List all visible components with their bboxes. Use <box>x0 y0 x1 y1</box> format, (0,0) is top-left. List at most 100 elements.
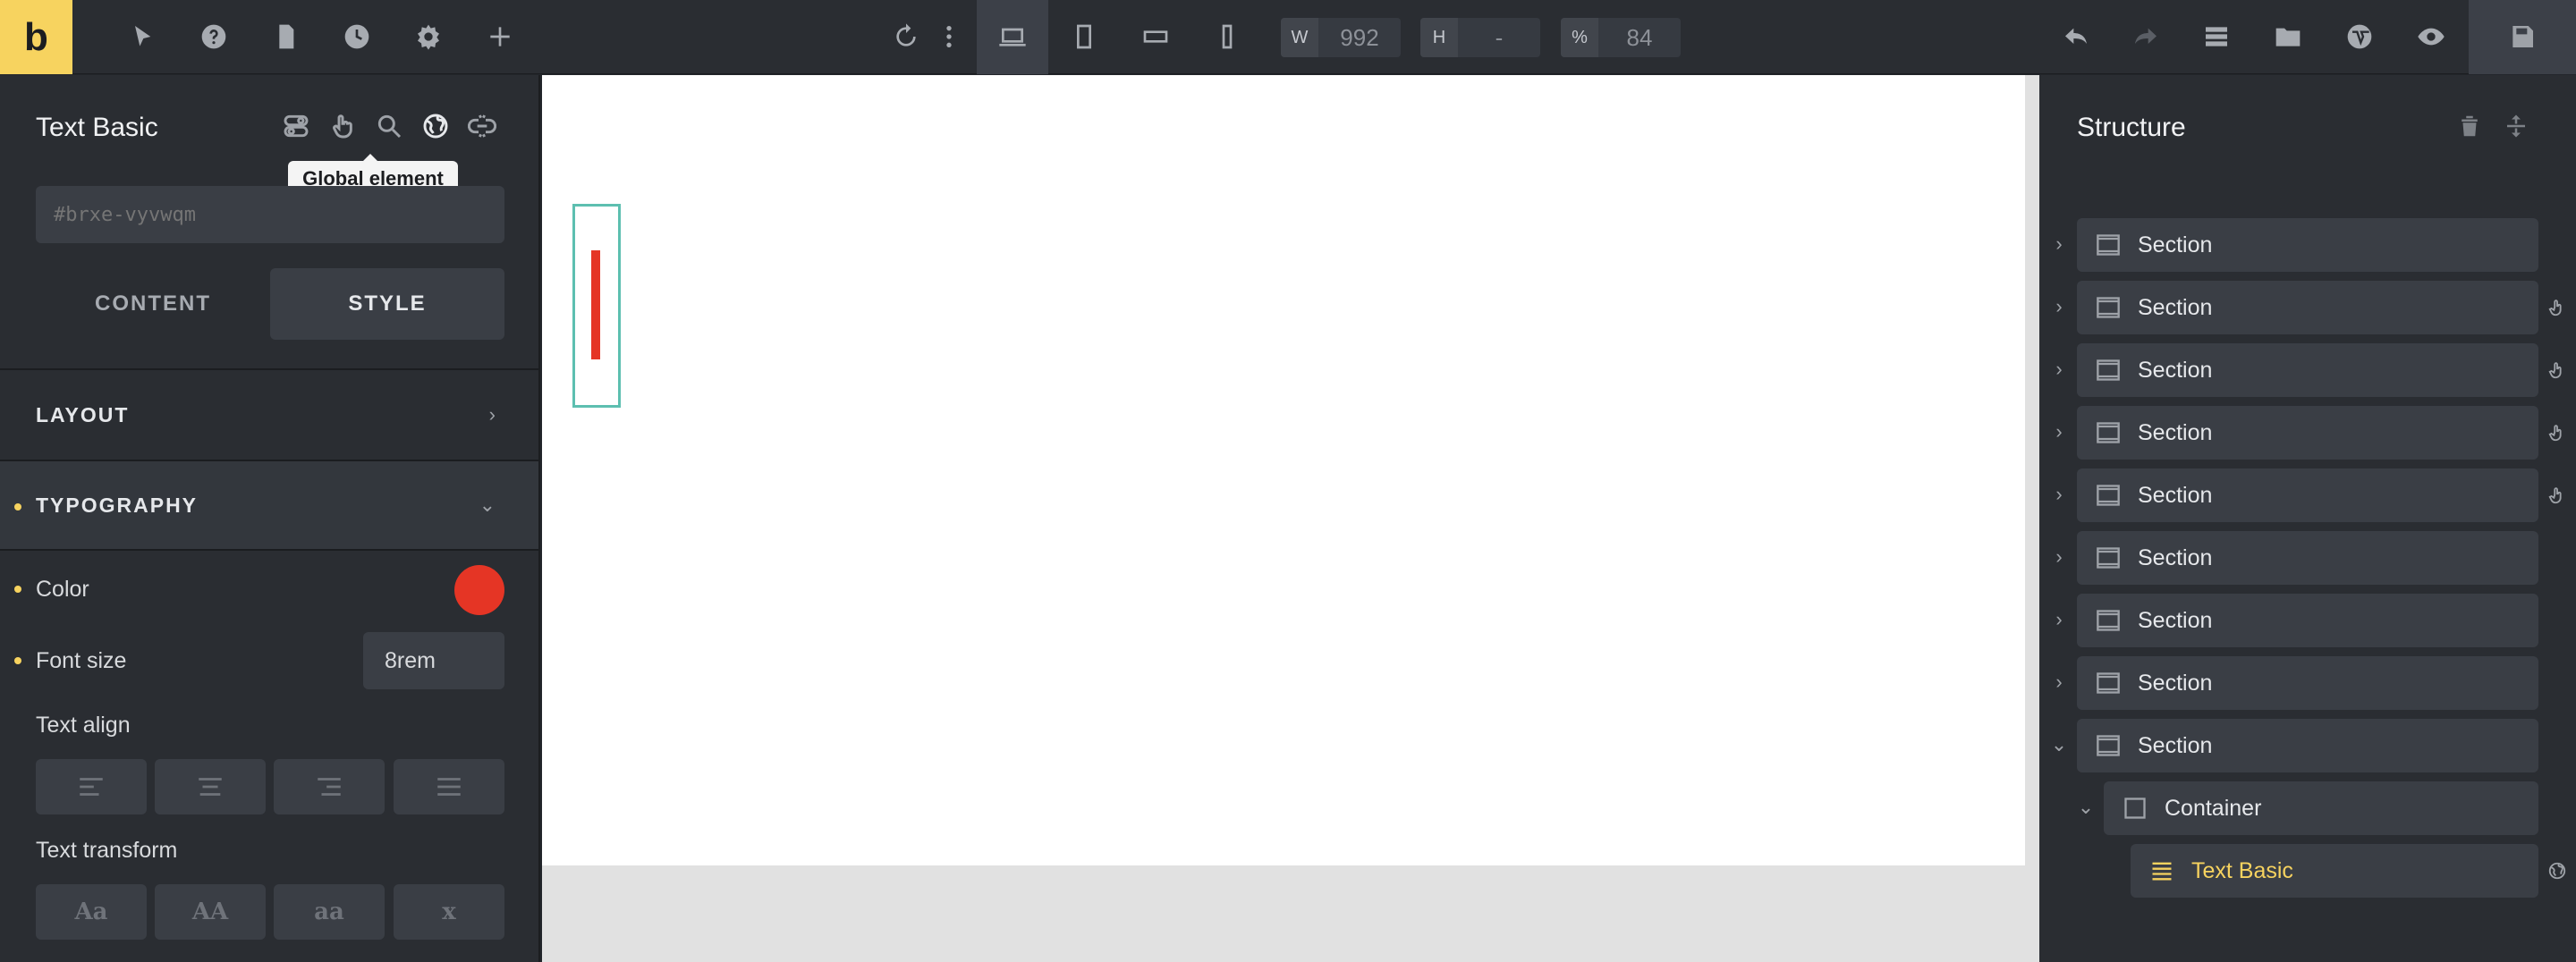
section-icon <box>2095 482 2122 509</box>
builder-app: b W 992 H - % 84 Text Basic Global eleme… <box>0 0 2576 962</box>
zoom-label: % <box>1561 18 1598 57</box>
preview-canvas[interactable] <box>542 75 2025 865</box>
expand-chevron-icon[interactable]: › <box>2048 358 2070 380</box>
canvas-width-field[interactable]: W 992 <box>1281 18 1401 57</box>
align-center-button[interactable] <box>155 759 266 814</box>
expand-chevron-icon[interactable]: › <box>2048 232 2070 255</box>
canvas-scrollbar-track[interactable] <box>2025 75 2039 962</box>
font-size-input[interactable]: 8rem <box>363 632 504 689</box>
container-icon <box>2122 795 2148 822</box>
brand-logo[interactable]: b <box>0 0 72 74</box>
align-justify-button[interactable] <box>394 759 504 814</box>
element-settings-panel: Text Basic Global element CONTENT STYLE … <box>0 75 540 962</box>
width-label: W <box>1281 18 1318 57</box>
height-value[interactable]: - <box>1458 24 1540 52</box>
more-vertical-icon[interactable] <box>930 18 968 55</box>
tree-item-section[interactable]: Section <box>2077 531 2538 585</box>
history-icon[interactable] <box>338 18 376 55</box>
save-icon[interactable] <box>2504 18 2541 55</box>
align-left-button[interactable] <box>36 759 147 814</box>
collapse-chevron-icon[interactable]: ⌄ <box>2075 796 2097 818</box>
top-toolbar: b W 992 H - % 84 <box>0 0 2576 74</box>
tree-item-label: Section <box>2138 482 2213 508</box>
structure-layers-icon[interactable] <box>2198 18 2235 55</box>
tree-item-section[interactable]: Section <box>2077 594 2538 647</box>
tree-item-container[interactable]: Container <box>2104 781 2538 835</box>
redo-icon[interactable] <box>2127 18 2165 55</box>
chevron-right-icon: › <box>488 403 496 426</box>
canvas-height-field[interactable]: H - <box>1420 18 1540 57</box>
css-id-input[interactable] <box>36 186 504 243</box>
tablet-portrait-icon[interactable] <box>1065 18 1103 55</box>
transform-capitalize-button[interactable]: Aa <box>36 884 147 940</box>
layout-section-header[interactable]: LAYOUT › <box>0 368 538 460</box>
interactions-hand-icon[interactable] <box>327 111 358 141</box>
tab-style[interactable]: STYLE <box>270 268 504 340</box>
expand-chevron-icon[interactable]: › <box>2048 671 2070 693</box>
templates-folder-icon[interactable] <box>2269 18 2307 55</box>
delete-trash-icon[interactable] <box>2456 113 2483 139</box>
toggle-icon[interactable] <box>281 111 311 141</box>
text-basic-element[interactable] <box>591 250 600 359</box>
unlink-icon[interactable] <box>467 111 497 141</box>
tree-item-section[interactable]: Section <box>2077 218 2538 272</box>
mobile-portrait-icon[interactable] <box>1208 18 1246 55</box>
tree-item-label: Container <box>2165 795 2262 821</box>
text-transform-label: Text transform <box>36 838 178 863</box>
align-center-icon <box>199 778 222 796</box>
preview-eye-icon[interactable] <box>2412 18 2450 55</box>
panel-title: Text Basic <box>36 113 158 142</box>
tree-item-label: Section <box>2138 670 2213 696</box>
refresh-icon[interactable] <box>887 18 925 55</box>
interaction-indicator-icon <box>2546 296 2569 319</box>
text-align-label: Text align <box>36 713 131 738</box>
tree-item-label: Section <box>2138 419 2213 445</box>
tree-item-section[interactable]: Section <box>2077 406 2538 460</box>
select-cursor-icon[interactable] <box>123 18 161 55</box>
tree-item-section[interactable]: Section <box>2077 468 2538 522</box>
mobile-landscape-icon[interactable] <box>1137 18 1174 55</box>
expand-chevron-icon[interactable]: › <box>2048 545 2070 568</box>
section-icon <box>2095 607 2122 634</box>
desktop-icon[interactable] <box>994 18 1031 55</box>
tree-item-section[interactable]: Section <box>2077 343 2538 397</box>
tree-item-section[interactable]: Section <box>2077 656 2538 710</box>
expand-chevron-icon[interactable]: › <box>2048 608 2070 630</box>
tree-item-label: Section <box>2138 544 2213 570</box>
tree-item-section[interactable]: Section <box>2077 719 2538 772</box>
section-icon <box>2095 670 2122 696</box>
tree-item-text-basic[interactable]: Text Basic <box>2131 844 2538 898</box>
tree-item-label: Section <box>2138 357 2213 383</box>
transform-lowercase-button[interactable]: aa <box>274 884 385 940</box>
tree-item-label: Section <box>2138 607 2213 633</box>
expand-chevron-icon[interactable]: › <box>2048 483 2070 505</box>
transform-none-button[interactable]: x <box>394 884 504 940</box>
collapse-chevron-icon[interactable]: ⌄ <box>2048 733 2070 755</box>
tab-content[interactable]: CONTENT <box>36 268 270 340</box>
canvas-zoom-field[interactable]: % 84 <box>1561 18 1681 57</box>
zoom-value[interactable]: 84 <box>1598 24 1681 52</box>
pages-icon[interactable] <box>267 18 304 55</box>
collapse-all-icon[interactable] <box>2503 113 2529 139</box>
expand-chevron-icon[interactable]: › <box>2048 420 2070 443</box>
typography-section-header[interactable]: TYPOGRAPHY ⌄ <box>0 460 538 551</box>
transform-uppercase-button[interactable]: AA <box>155 884 266 940</box>
interaction-indicator-icon <box>2546 484 2569 507</box>
global-element-icon[interactable] <box>420 111 451 141</box>
width-value[interactable]: 992 <box>1318 24 1401 52</box>
color-swatch[interactable] <box>454 565 504 615</box>
settings-gear-icon[interactable] <box>410 18 447 55</box>
modified-indicator-dot <box>14 503 21 511</box>
typography-section-label: TYPOGRAPHY <box>36 493 199 517</box>
wordpress-icon[interactable] <box>2341 18 2378 55</box>
align-right-button[interactable] <box>274 759 385 814</box>
help-icon[interactable] <box>195 18 233 55</box>
section-icon <box>2095 357 2122 384</box>
add-element-icon[interactable] <box>481 18 519 55</box>
tree-item-section[interactable]: Section <box>2077 281 2538 334</box>
layout-section-label: LAYOUT <box>36 402 130 426</box>
expand-chevron-icon[interactable]: › <box>2048 295 2070 317</box>
global-element-indicator-icon <box>2546 859 2569 882</box>
undo-icon[interactable] <box>2057 18 2095 55</box>
search-icon[interactable] <box>374 111 404 141</box>
